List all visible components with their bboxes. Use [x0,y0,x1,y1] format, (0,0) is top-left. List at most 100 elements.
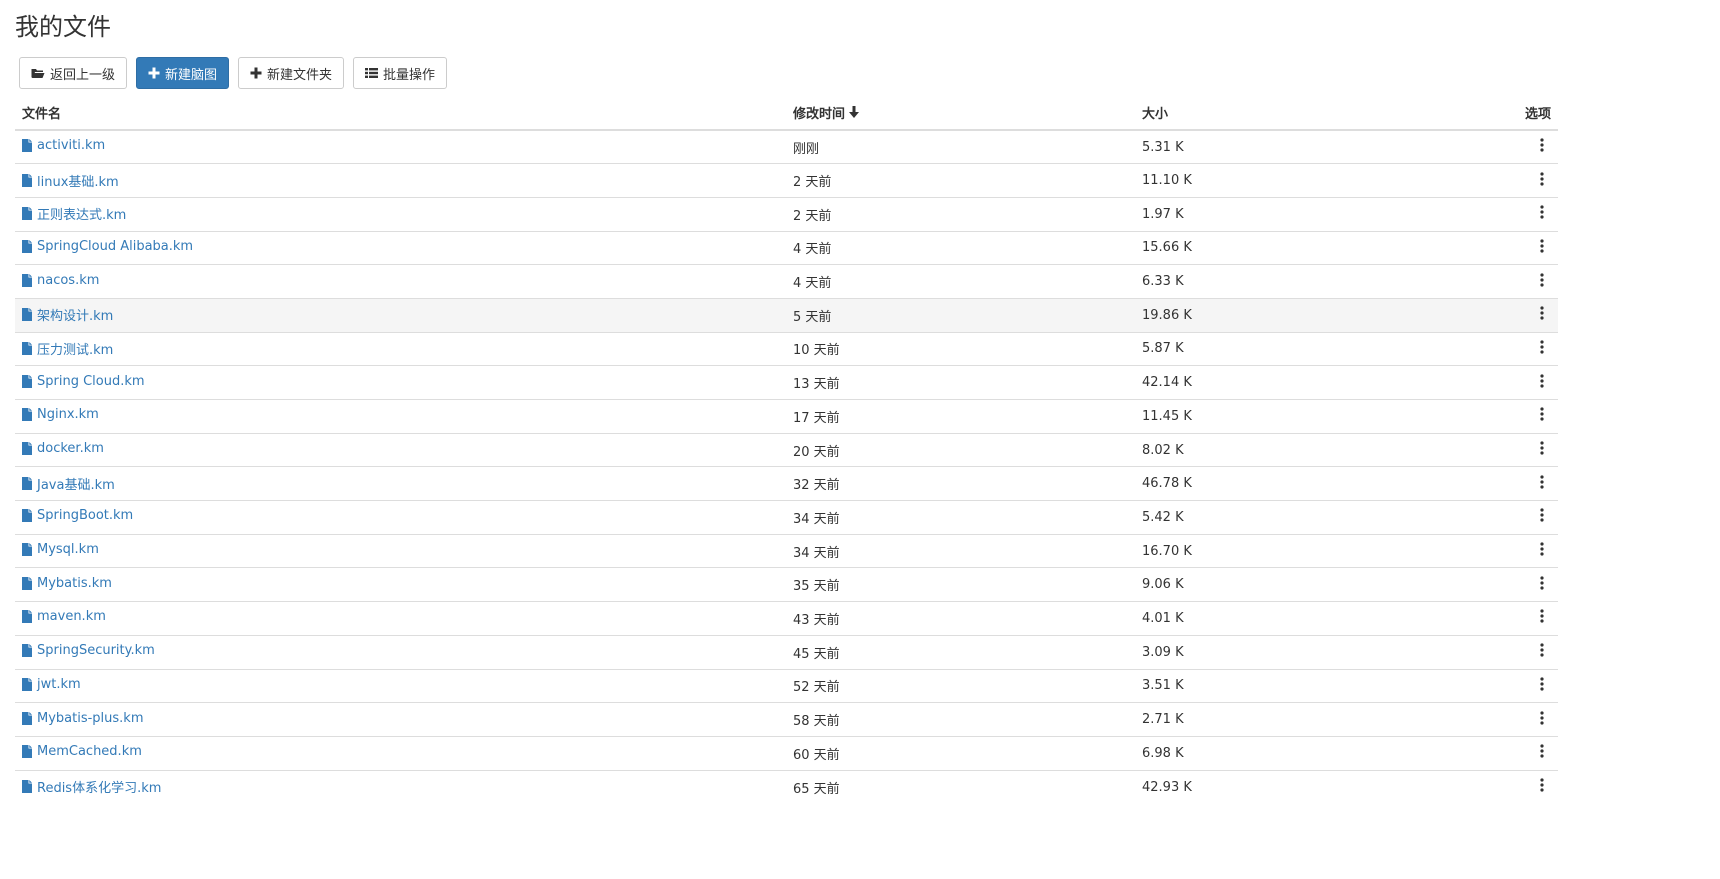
more-vertical-icon[interactable] [1536,306,1548,320]
more-vertical-icon[interactable] [1536,138,1548,152]
table-row[interactable]: Java基础.km 32 天前 46.78 K [15,466,1558,501]
batch-operations-button-label: 批量操作 [383,67,436,83]
options-cell [1474,230,1558,265]
file-name-cell: Mysql.km [15,533,786,568]
table-row[interactable]: 正则表达式.km 2 天前 1.97 K [15,196,1558,232]
modified-time: 10 天前 [793,343,840,359]
more-vertical-icon[interactable] [1536,407,1548,421]
file-name: MemCached.km [37,744,142,760]
column-header-size[interactable]: 大小 [1135,96,1474,131]
file-link[interactable]: Mybatis.km [22,576,112,591]
table-row[interactable]: linux基础.km 2 天前 11.10 K [15,163,1558,198]
column-header-modified[interactable]: 修改时间 [786,96,1135,131]
more-vertical-icon[interactable] [1536,171,1548,186]
file-link[interactable]: Mysql.km [22,542,99,557]
more-vertical-icon[interactable] [1536,744,1548,758]
file-size: 5.31 K [1142,139,1184,155]
table-row[interactable]: 架构设计.km 5 天前 19.86 K [15,297,1558,333]
more-vertical-icon[interactable] [1536,340,1548,354]
file-name-cell: Mybatis-plus.km [15,702,786,737]
back-button[interactable]: 返回上一级 [19,57,128,89]
table-row[interactable]: jwt.km 52 天前 3.51 K [15,668,1558,703]
table-row[interactable]: Nginx.km 17 天前 11.45 K [15,399,1558,434]
more-vertical-icon[interactable] [1536,272,1548,287]
file-size: 42.93 K [1142,779,1192,795]
column-header-name[interactable]: 文件名 [15,96,786,131]
file-name: Spring Cloud.km [37,373,145,389]
table-row[interactable]: Mybatis.km 35 天前 9.06 K [15,567,1558,602]
size-cell: 8.02 K [1135,432,1474,467]
more-vertical-icon[interactable] [1536,239,1548,253]
file-link[interactable]: docker.km [22,441,104,456]
file-link[interactable]: maven.km [22,609,106,624]
more-vertical-icon[interactable] [1536,475,1548,489]
more-vertical-icon[interactable] [1536,542,1548,556]
file-name-cell: jwt.km [15,668,786,703]
more-vertical-icon[interactable] [1536,576,1548,590]
file-link[interactable]: Nginx.km [22,407,99,422]
file-size: 16.70 K [1142,543,1192,559]
modified-time: 13 天前 [793,377,840,393]
column-header-size-label: 大小 [1142,107,1169,122]
file-link[interactable]: jwt.km [22,677,81,692]
new-mindmap-button[interactable]: 新建脑图 [136,57,230,89]
table-row[interactable]: docker.km 20 天前 8.02 K [15,432,1558,467]
table-row[interactable]: MemCached.km 60 天前 6.98 K [15,735,1558,771]
file-link[interactable]: Mybatis-plus.km [22,711,144,726]
file-size: 6.33 K [1142,274,1184,290]
size-cell: 5.31 K [1135,130,1474,164]
table-row[interactable]: maven.km 43 天前 4.01 K [15,601,1558,636]
modified-cell: 5 天前 [786,297,1135,333]
file-size: 15.66 K [1142,240,1192,256]
modified-cell: 20 天前 [786,432,1135,467]
file-link[interactable]: SpringSecurity.km [22,643,155,658]
plus-icon [148,67,160,79]
modified-time: 4 天前 [793,276,832,292]
file-link[interactable]: SpringBoot.km [22,508,133,523]
file-link[interactable]: 正则表达式.km [22,204,126,223]
table-row[interactable]: SpringSecurity.km 45 天前 3.09 K [15,634,1558,669]
table-row[interactable]: activiti.km 刚刚 5.31 K [15,130,1558,164]
modified-cell: 65 天前 [786,769,1135,804]
file-link[interactable]: 架构设计.km [22,305,113,324]
more-vertical-icon[interactable] [1536,643,1548,657]
file-link[interactable]: nacos.km [22,273,99,288]
table-row[interactable]: Mysql.km 34 天前 16.70 K [15,533,1558,568]
file-size: 5.42 K [1142,509,1184,525]
table-row[interactable]: Redis体系化学习.km 65 天前 42.93 K [15,769,1558,804]
table-row[interactable]: SpringCloud Alibaba.km 4 天前 15.66 K [15,230,1558,265]
file-link[interactable]: 压力测试.km [22,339,113,358]
more-vertical-icon[interactable] [1536,778,1548,792]
more-vertical-icon[interactable] [1536,677,1548,691]
options-cell [1474,196,1558,232]
more-vertical-icon[interactable] [1536,508,1548,523]
file-icon [22,677,32,691]
table-row[interactable]: 压力测试.km 10 天前 5.87 K [15,331,1558,366]
options-cell [1474,500,1558,535]
table-row[interactable]: Spring Cloud.km 13 天前 42.14 K [15,365,1558,400]
modified-cell: 2 天前 [786,163,1135,198]
new-folder-button-label: 新建文件夹 [267,67,333,83]
more-vertical-icon[interactable] [1536,609,1548,624]
batch-operations-button[interactable]: 批量操作 [353,57,448,89]
file-link[interactable]: Java基础.km [22,474,115,493]
file-link[interactable]: linux基础.km [22,171,119,190]
file-link[interactable]: activiti.km [22,138,105,153]
modified-time: 5 天前 [793,309,832,325]
size-cell: 46.78 K [1135,466,1474,501]
file-link[interactable]: Spring Cloud.km [22,374,145,389]
more-vertical-icon[interactable] [1536,374,1548,388]
file-link[interactable]: SpringCloud Alibaba.km [22,239,193,254]
table-row[interactable]: SpringBoot.km 34 天前 5.42 K [15,500,1558,535]
more-vertical-icon[interactable] [1536,205,1548,219]
new-folder-button[interactable]: 新建文件夹 [238,57,345,89]
file-icon [22,509,32,523]
file-link[interactable]: Redis体系化学习.km [22,777,161,796]
modified-time: 34 天前 [793,511,840,527]
table-row[interactable]: Mybatis-plus.km 58 天前 2.71 K [15,702,1558,737]
more-vertical-icon[interactable] [1536,710,1548,725]
more-vertical-icon[interactable] [1536,441,1548,455]
file-icon [22,139,32,153]
file-link[interactable]: MemCached.km [22,744,142,759]
table-row[interactable]: nacos.km 4 天前 6.33 K [15,264,1558,299]
